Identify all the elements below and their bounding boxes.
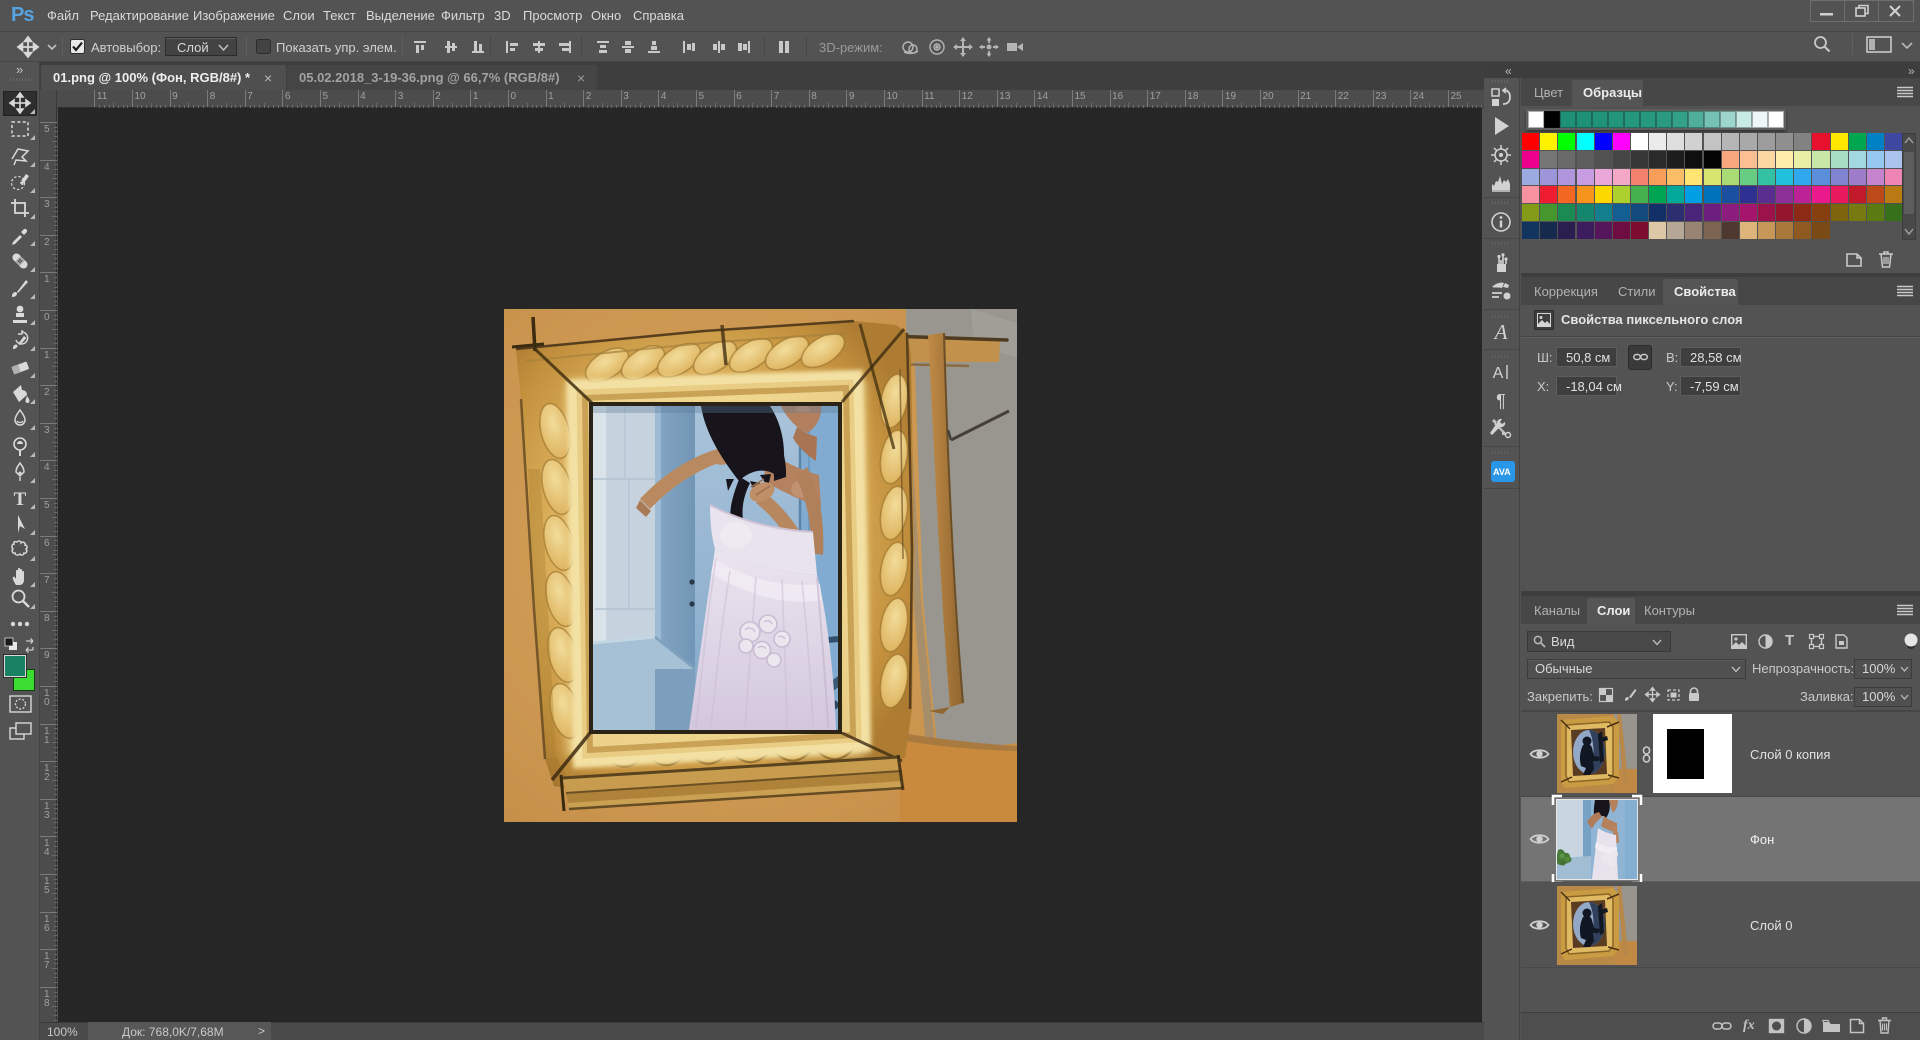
svg-text:A: A (1493, 365, 1504, 382)
svg-text:T: T (14, 489, 27, 510)
svg-text:A: A (1493, 320, 1508, 344)
svg-text:¶: ¶ (1496, 391, 1506, 411)
